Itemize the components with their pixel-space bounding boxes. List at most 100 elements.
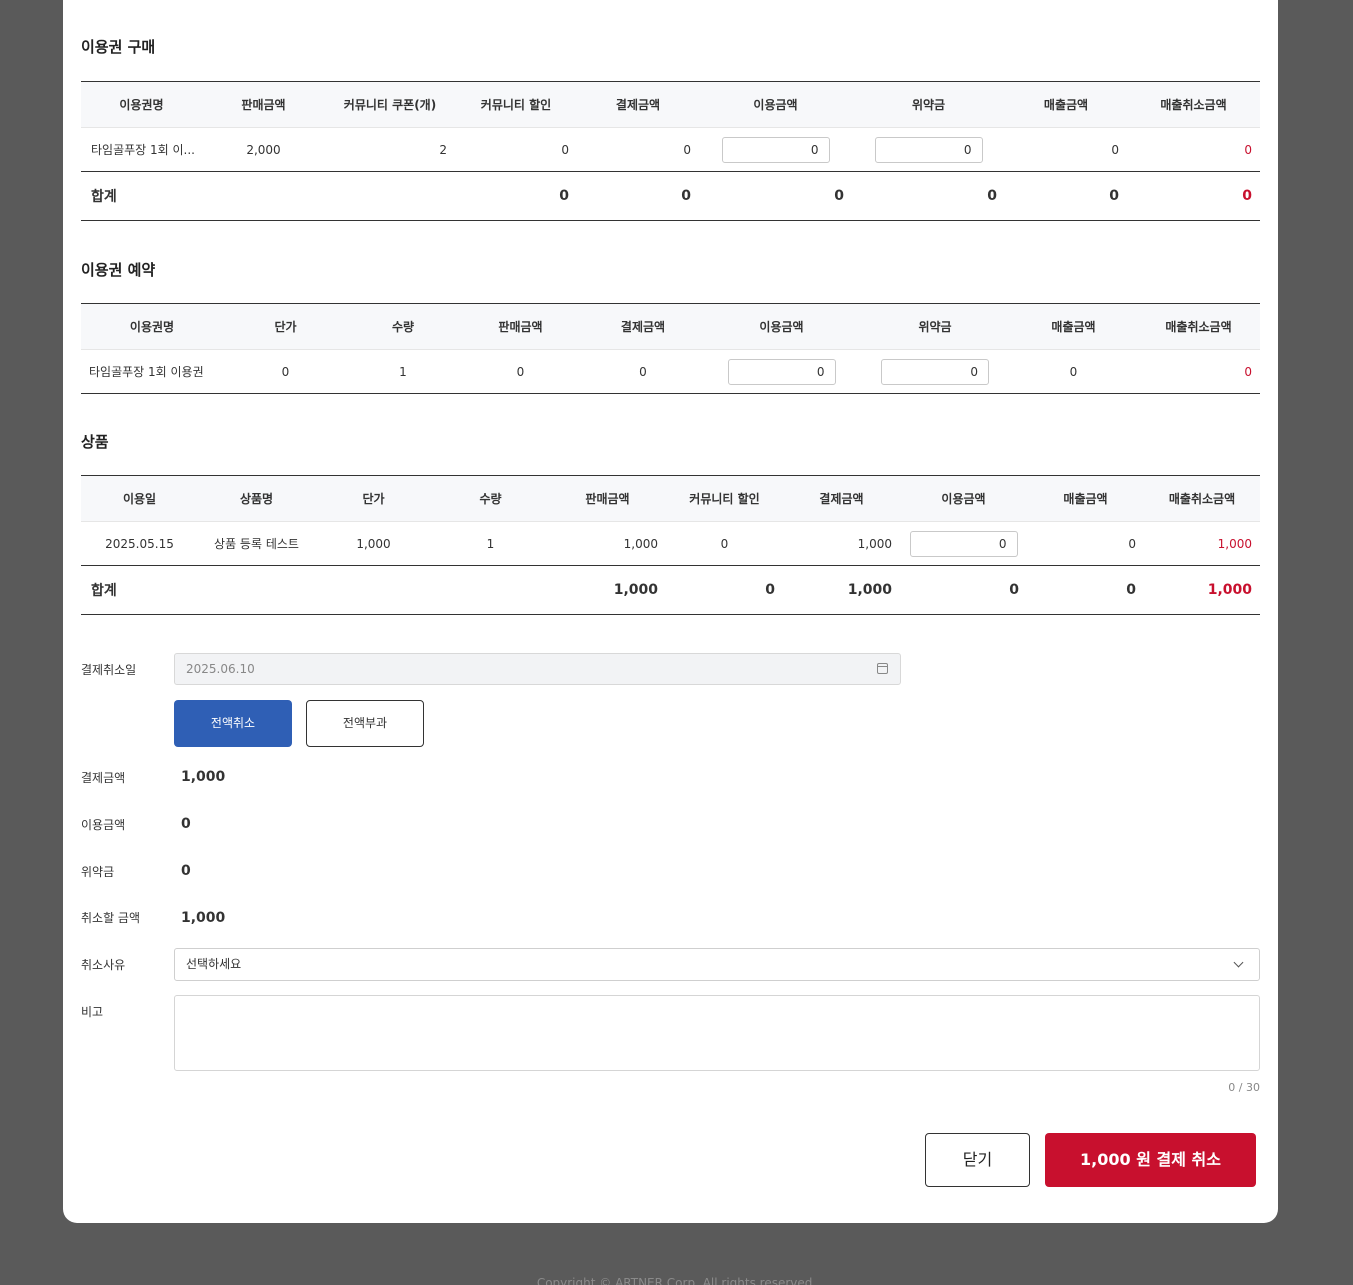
revenue-cancel-amount: 0 <box>1244 142 1252 157</box>
sum-discount: 0 <box>765 582 775 598</box>
sum-discount: 0 <box>559 188 569 204</box>
sum-row: 합계 1,000 0 1,000 0 0 1,000 <box>81 565 1260 615</box>
col-header: 매출취소금액 <box>1168 492 1236 506</box>
ticket-name: 타임골푸장 1회 이... <box>91 143 195 157</box>
col-header: 결제금액 <box>620 320 666 334</box>
usage-amount-input[interactable]: 0 <box>727 358 836 385</box>
usage-cell: 0 <box>900 522 1027 566</box>
col-header: 단가 <box>362 492 385 506</box>
col-header: 매출금액 <box>1043 98 1089 112</box>
product-section-title: 상품 <box>81 433 109 451</box>
revenue-amount: 0 <box>1111 142 1119 157</box>
col-header: 이용권명 <box>129 320 175 334</box>
payment-value: 1,000 <box>181 769 226 785</box>
sum-revenue: 0 <box>1109 188 1119 204</box>
close-button[interactable]: 닫기 <box>925 1133 1030 1187</box>
community-discount: 0 <box>720 536 729 551</box>
col-header: 이용일 <box>122 492 157 506</box>
full-charge-button[interactable]: 전액부과 <box>306 700 424 747</box>
product-header-row: 이용일 상품명 단가 수량 판매금액 커뮤니티 할인 결제금액 이용금액 매출금… <box>81 475 1260 522</box>
table-row: 타임골푸장 1회 이용권 0 1 0 0 0 0 0 0 <box>81 349 1260 394</box>
empty-cell <box>325 172 455 221</box>
penalty-cell: 0 <box>860 350 1010 394</box>
revenue-cancel-amount: 1,000 <box>1217 536 1252 551</box>
col-header: 결제금액 <box>819 492 864 506</box>
col-header: 판매금액 <box>498 320 543 334</box>
cancel-date-label: 결제취소일 <box>81 663 137 677</box>
usage-label: 이용금액 <box>81 818 126 832</box>
cancel-date-value: 2025.06.10 <box>186 662 255 676</box>
sum-label: 합계 <box>91 583 117 599</box>
col-header: 상품명 <box>239 492 274 506</box>
col-header: 매출금액 <box>1063 492 1108 506</box>
payment-label: 결제금액 <box>81 771 126 785</box>
sum-payment: 0 <box>681 188 691 204</box>
memo-label: 비고 <box>81 1005 104 1019</box>
col-header: 이용권명 <box>119 98 164 112</box>
col-header: 이용금액 <box>753 98 798 112</box>
reservation-header-row: 이용권명 단가 수량 판매금액 결제금액 이용금액 위약금 매출금액 매출취소금… <box>81 303 1260 350</box>
col-header: 매출금액 <box>1051 320 1096 334</box>
unit-price: 1,000 <box>356 536 391 551</box>
col-header: 매출취소금액 <box>1160 98 1227 112</box>
penalty-input[interactable]: 0 <box>881 358 989 385</box>
col-header: 판매금액 <box>585 492 630 506</box>
sum-usage: 0 <box>1009 582 1019 598</box>
memo-char-counter: 0 / 30 <box>1228 1081 1260 1094</box>
empty-cell <box>315 566 432 615</box>
purchase-table: 이용권명 판매금액 커뮤니티 쿠폰(개) 커뮤니티 할인 결제금액 이용금액 위… <box>81 81 1260 221</box>
penalty-label: 위약금 <box>81 865 115 879</box>
sum-sale: 1,000 <box>613 582 658 598</box>
calendar-icon[interactable] <box>877 663 888 674</box>
usage-amount-input[interactable]: 0 <box>909 530 1018 557</box>
usage-amount-input[interactable]: 0 <box>721 136 830 163</box>
purchase-header-row: 이용권명 판매금액 커뮤니티 쿠폰(개) 커뮤니티 할인 결제금액 이용금액 위… <box>81 81 1260 128</box>
sum-payment: 1,000 <box>847 582 892 598</box>
sum-usage: 0 <box>834 188 844 204</box>
quantity: 1 <box>486 536 495 551</box>
coupon-count: 2 <box>439 142 447 157</box>
empty-cell <box>432 566 549 615</box>
cancel-reason-label: 취소사유 <box>81 958 126 972</box>
memo-textarea[interactable] <box>174 995 1260 1071</box>
cancel-reason-value: 선택하세요 <box>186 957 242 971</box>
revenue-cancel-amount: 0 <box>1244 364 1252 379</box>
empty-cell <box>202 172 325 221</box>
purchase-section-title: 이용권 구매 <box>81 38 156 56</box>
penalty-value: 0 <box>181 863 191 879</box>
cancel-reason-select[interactable]: 선택하세요 <box>174 948 1260 981</box>
sale-amount: 0 <box>516 364 525 379</box>
col-header: 수량 <box>479 492 502 506</box>
background-footer: Copyright © ARTNER Corp. All rights rese… <box>536 1276 817 1285</box>
product-name: 상품 등록 테스트 <box>214 537 299 551</box>
col-header: 위약금 <box>918 320 952 334</box>
sale-amount: 2,000 <box>246 142 281 157</box>
payment-amount: 0 <box>639 364 647 379</box>
col-header: 커뮤니티 쿠폰(개) <box>343 98 437 112</box>
sum-revenue-cancel: 1,000 <box>1207 582 1252 598</box>
ticket-name: 타임골푸장 1회 이용권 <box>89 365 204 379</box>
sum-penalty: 0 <box>987 188 997 204</box>
col-header: 판매금액 <box>241 98 286 112</box>
reservation-table: 이용권명 단가 수량 판매금액 결제금액 이용금액 위약금 매출금액 매출취소금… <box>81 303 1260 394</box>
col-header: 커뮤니티 할인 <box>689 492 760 506</box>
sum-revenue-cancel: 0 <box>1242 188 1252 204</box>
sale-amount: 1,000 <box>623 536 658 551</box>
quantity: 1 <box>399 364 407 379</box>
product-table: 이용일 상품명 단가 수량 판매금액 커뮤니티 할인 결제금액 이용금액 매출금… <box>81 475 1260 615</box>
col-header: 수량 <box>391 320 415 334</box>
table-row: 타임골푸장 1회 이... 2,000 2 0 0 0 0 0 0 <box>81 127 1260 172</box>
confirm-cancel-payment-button[interactable]: 1,000 원 결제 취소 <box>1045 1133 1256 1187</box>
cancel-date-field[interactable]: 2025.06.10 <box>174 653 901 685</box>
reservation-section-title: 이용권 예약 <box>81 261 156 279</box>
penalty-input[interactable]: 0 <box>874 136 983 163</box>
unit-price: 0 <box>281 364 290 379</box>
usage-value: 0 <box>181 816 191 832</box>
cancel-amount-value: 1,000 <box>181 910 226 926</box>
col-header: 단가 <box>274 320 297 334</box>
col-header: 커뮤니티 할인 <box>480 98 552 112</box>
full-cancel-button[interactable]: 전액취소 <box>174 700 292 747</box>
col-header: 이용금액 <box>941 492 986 506</box>
usage-date: 2025.05.15 <box>105 536 174 551</box>
chevron-down-icon <box>1233 957 1244 968</box>
